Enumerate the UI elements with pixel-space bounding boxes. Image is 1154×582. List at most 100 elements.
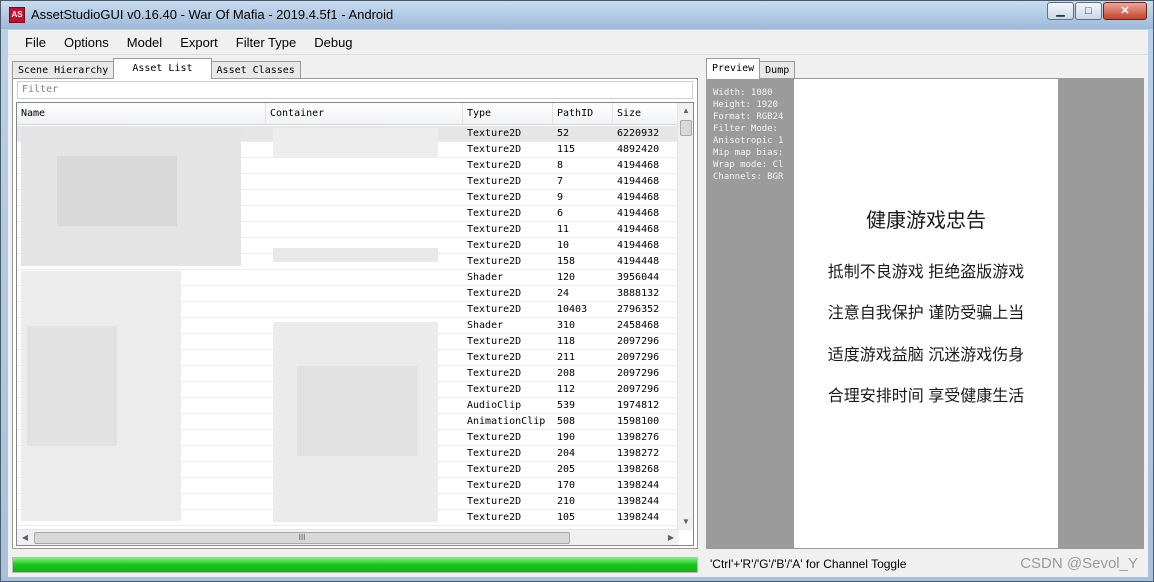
cell-size: 4194448 [617, 256, 660, 267]
cell-pathid: 8 [557, 160, 564, 171]
vertical-scrollbar[interactable]: ▲ ▼ [677, 103, 693, 530]
cell-type: Texture2D [467, 448, 522, 459]
cell-type: Texture2D [467, 176, 522, 187]
horizontal-scroll-thumb[interactable]: III [34, 532, 570, 544]
cell-size: 2458468 [617, 320, 660, 331]
cell-size: 2097296 [617, 352, 660, 363]
redacted-name-block [57, 156, 177, 226]
cell-size: 4194468 [617, 160, 660, 171]
tab-asset-list[interactable]: Asset List [113, 58, 212, 79]
menu-model[interactable]: Model [118, 30, 171, 55]
cell-container [266, 206, 463, 221]
minimize-button[interactable]: ▁ [1047, 2, 1074, 20]
progress-fill [13, 558, 697, 572]
app-window: AS AssetStudioGUI v0.16.40 - War Of Mafi… [0, 0, 1154, 582]
cell-size: 4194468 [617, 240, 660, 251]
menu-export[interactable]: Export [171, 30, 227, 55]
cell-size: 4194468 [617, 192, 660, 203]
redacted-container-block [273, 248, 438, 262]
cell-size: 1398244 [617, 512, 660, 523]
cell-pathid: 10403 [557, 304, 588, 315]
cell-size: 1598100 [617, 416, 660, 427]
asset-listview[interactable]: Name Container Type PathID Size Texture2… [16, 102, 694, 546]
info-format: Format: RGB24 [713, 112, 784, 122]
menu-bar: File Options Model Export Filter Type De… [8, 30, 1148, 55]
app-icon: AS [9, 7, 25, 23]
info-height: Height: 1920 [713, 100, 779, 110]
column-name[interactable]: Name [17, 103, 266, 124]
preview-page: Width: 1080 Height: 1920 Format: RGB24 F… [706, 78, 1144, 549]
cell-container [266, 222, 463, 237]
scroll-right-icon[interactable]: ▶ [663, 530, 679, 545]
cell-size: 1974812 [617, 400, 660, 411]
menu-options[interactable]: Options [55, 30, 118, 55]
cell-type: Texture2D [467, 432, 522, 443]
tab-asset-classes[interactable]: Asset Classes [210, 61, 301, 79]
texture-info: Width: 1080 Height: 1920 Format: RGB24 F… [713, 87, 793, 183]
scroll-up-icon[interactable]: ▲ [678, 103, 693, 119]
title-bar[interactable]: AS AssetStudioGUI v0.16.40 - War Of Mafi… [1, 1, 1153, 29]
redacted-container-block [297, 366, 417, 456]
cell-size: 1398272 [617, 448, 660, 459]
cell-type: Texture2D [467, 208, 522, 219]
column-container[interactable]: Container [266, 103, 463, 124]
cell-container [266, 270, 463, 285]
cell-size: 3888132 [617, 288, 660, 299]
cell-size: 1398268 [617, 464, 660, 475]
scroll-down-icon[interactable]: ▼ [678, 514, 693, 530]
info-anisotropic: Anisotropic 1 [713, 136, 784, 146]
cell-pathid: 105 [557, 512, 576, 523]
cell-type: Texture2D [467, 384, 522, 395]
maximize-button[interactable]: □ [1075, 2, 1102, 20]
menu-file[interactable]: File [16, 30, 55, 55]
cell-size: 2097296 [617, 384, 660, 395]
cell-container [266, 286, 463, 301]
cell-type: Texture2D [467, 496, 522, 507]
asset-pane: Scene Hierarchy Asset List Asset Classes… [10, 57, 700, 549]
cell-pathid: 112 [557, 384, 576, 395]
tab-preview[interactable]: Preview [706, 58, 761, 79]
cell-type: Texture2D [467, 288, 522, 299]
texture-preview[interactable]: 健康游戏忠告 抵制不良游戏 拒绝盗版游戏 注意自我保护 谨防受骗上当 适度游戏益… [794, 79, 1058, 548]
filter-input[interactable]: Filter [17, 81, 693, 99]
tab-dump[interactable]: Dump [759, 61, 796, 79]
progress-bar [12, 557, 698, 573]
cell-container [266, 190, 463, 205]
column-size[interactable]: Size [613, 103, 679, 124]
cell-pathid: 310 [557, 320, 576, 331]
info-filter-mode: Filter Mode: [713, 124, 779, 134]
preview-pane: Preview Dump Width: 1080 Height: 1920 Fo… [704, 57, 1147, 549]
scroll-left-icon[interactable]: ◀ [17, 530, 33, 545]
vertical-scroll-thumb[interactable] [680, 120, 692, 136]
cell-container [266, 174, 463, 189]
cell-pathid: 208 [557, 368, 576, 379]
cell-pathid: 204 [557, 448, 576, 459]
list-header: Name Container Type PathID Size [17, 103, 679, 125]
cell-type: Shader [467, 272, 504, 283]
menu-debug[interactable]: Debug [305, 30, 361, 55]
cell-pathid: 210 [557, 496, 576, 507]
cell-size: 6220932 [617, 128, 660, 139]
menu-filter-type[interactable]: Filter Type [227, 30, 305, 55]
cell-size: 1398244 [617, 480, 660, 491]
cell-pathid: 190 [557, 432, 576, 443]
preview-line: 注意自我保护 谨防受骗上当 [827, 305, 1025, 322]
cell-type: Texture2D [467, 256, 522, 267]
cell-pathid: 539 [557, 400, 576, 411]
list-body: Texture2D 52 6220932 Texture2D 115 4892420 Tex… [17, 126, 679, 530]
horizontal-scrollbar[interactable]: ◀ III ▶ [17, 529, 679, 545]
cell-pathid: 170 [557, 480, 576, 491]
column-type[interactable]: Type [463, 103, 553, 124]
cell-type: AnimationClip [467, 416, 546, 427]
cell-type: Texture2D [467, 352, 522, 363]
cell-type: Texture2D [467, 336, 522, 347]
column-pathid[interactable]: PathID [553, 103, 613, 124]
cell-container [266, 302, 463, 317]
tab-scene-hierarchy[interactable]: Scene Hierarchy [12, 61, 115, 79]
close-button[interactable]: ✕ [1103, 2, 1147, 20]
asset-list-page: Filter Name Container Type PathID Size T… [12, 78, 698, 549]
cell-type: Texture2D [467, 464, 522, 475]
cell-pathid: 10 [557, 240, 570, 251]
client-area: File Options Model Export Filter Type De… [8, 30, 1148, 577]
cell-size: 4194468 [617, 224, 660, 235]
